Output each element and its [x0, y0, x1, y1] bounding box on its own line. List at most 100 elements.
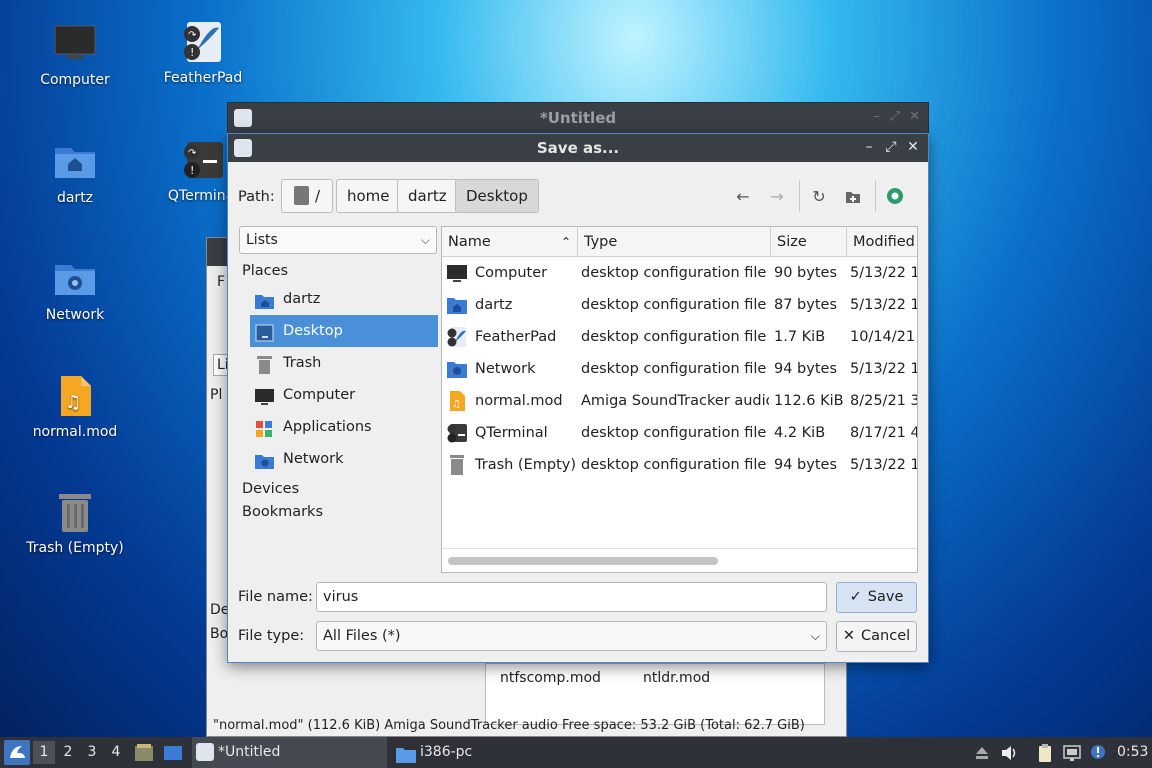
save-as-dialog: Save as... – ⤢ ✕ Path: / home dartz Desk… — [227, 133, 929, 663]
place-item-dartz[interactable]: dartz — [239, 283, 439, 315]
minimize-icon[interactable]: – — [860, 138, 878, 156]
horizontal-scrollbar-track[interactable] — [442, 548, 917, 572]
volume-icon[interactable] — [1000, 744, 1018, 762]
dialog-titlebar: Save as... – ⤢ ✕ — [228, 134, 928, 162]
task-i386-pc[interactable]: i386-pc — [392, 737, 587, 768]
desktop-icon-trash[interactable]: Trash (Empty) — [15, 490, 135, 556]
file-name: dartz — [475, 297, 513, 313]
chevron-down-icon: ⌵ — [420, 233, 430, 247]
column-header-modified[interactable]: Modified — [847, 227, 917, 257]
desktop-icon-label: dartz — [56, 190, 94, 206]
settings-flower-icon[interactable] — [883, 185, 907, 209]
file-type: desktop configuration file — [581, 297, 767, 313]
workspace-3[interactable]: 3 — [81, 741, 103, 764]
desktop-icon-network[interactable]: Network — [15, 257, 135, 323]
task-label: *Untitled — [218, 744, 281, 760]
crumb-desktop[interactable]: Desktop — [455, 179, 539, 213]
file-size: 94 bytes — [774, 361, 838, 377]
file-size: 112.6 KiB — [774, 393, 844, 409]
desktop-icon-normal-mod[interactable]: ♫ normal.mod — [15, 374, 135, 440]
save-button[interactable]: ✓ Save — [836, 582, 917, 613]
column-header-name[interactable]: Name ⌃ — [442, 227, 578, 257]
file-modified: 10/14/21 8 — [850, 329, 917, 345]
svg-text:!: ! — [190, 164, 194, 177]
table-row[interactable]: ♫ normal.mod Amiga SoundTracker audio 11… — [442, 385, 917, 417]
file-type-label: File type: — [238, 628, 305, 644]
place-item-computer[interactable]: Computer — [239, 379, 439, 411]
path-label: Path: — [238, 189, 275, 205]
place-item-trash[interactable]: Trash — [239, 347, 439, 379]
file-modified: 5/13/22 12 — [850, 297, 917, 313]
maximize-icon[interactable]: ⤢ — [882, 138, 900, 156]
crumb-home[interactable]: home — [336, 179, 401, 213]
toolbar-separator — [799, 180, 800, 212]
place-item-desktop[interactable]: Desktop — [250, 315, 438, 347]
place-label: dartz — [283, 291, 321, 307]
maximize-icon[interactable]: ⤢ — [890, 109, 900, 124]
table-row[interactable]: dartz desktop configuration file 87 byte… — [442, 289, 917, 321]
table-row[interactable]: FeatherPad desktop configuration file 1.… — [442, 321, 917, 353]
workspace-4[interactable]: 4 — [105, 741, 127, 764]
cancel-button[interactable]: ✕ Cancel — [836, 621, 917, 652]
reload-icon[interactable]: ↻ — [807, 185, 831, 209]
table-row[interactable]: Network desktop configuration file 94 by… — [442, 353, 917, 385]
checkmark-icon: ✓ — [849, 589, 862, 605]
forward-arrow-icon[interactable]: → — [765, 185, 789, 209]
places-header: Places — [242, 263, 289, 279]
clock[interactable]: 0:53 — [1117, 737, 1148, 768]
eject-icon[interactable] — [973, 744, 991, 762]
desktop-icon-dartz[interactable]: dartz — [15, 140, 135, 206]
close-icon[interactable]: ✕ — [909, 109, 920, 124]
chevron-down-icon: ⌵ — [810, 629, 820, 643]
start-menu-icon[interactable] — [4, 740, 30, 765]
file-modified: 5/13/22 12 — [850, 457, 917, 473]
file-name: Trash (Empty) — [475, 457, 575, 473]
network-folder-icon — [447, 359, 467, 379]
horizontal-scrollbar-thumb[interactable] — [448, 557, 718, 565]
place-item-applications[interactable]: Applications — [239, 411, 439, 443]
crumb-root[interactable]: / — [281, 179, 333, 213]
column-header-size[interactable]: Size — [771, 227, 847, 257]
new-folder-icon[interactable] — [841, 185, 865, 209]
table-row[interactable]: Trash (Empty) desktop configuration file… — [442, 449, 917, 481]
workspace-2[interactable]: 2 — [57, 741, 79, 764]
place-label: Applications — [283, 419, 372, 435]
table-row[interactable]: QTerminal desktop configuration file 4.2… — [442, 417, 917, 449]
place-label: Network — [283, 451, 344, 467]
desktop-icon-featherpad[interactable]: ↷! FeatherPad — [143, 20, 263, 86]
list-item[interactable]: ntfscomp.mod — [500, 670, 601, 686]
close-icon[interactable]: ✕ — [904, 138, 922, 156]
menu-fragment: F — [217, 274, 226, 290]
devices-header[interactable]: Devices — [239, 478, 439, 501]
file-manager-launcher-icon[interactable] — [134, 743, 154, 763]
table-row[interactable]: Computer desktop configuration file 90 b… — [442, 257, 917, 289]
svg-text:↷: ↷ — [188, 30, 197, 41]
applications-icon — [255, 418, 274, 437]
network-status-icon[interactable] — [1063, 744, 1081, 762]
featherpad-icon: ↷! — [181, 20, 225, 64]
file-type-select[interactable]: All Files (*) ⌵ — [316, 621, 827, 651]
workspace-1[interactable]: 1 — [33, 741, 55, 764]
monitor-icon — [53, 22, 97, 66]
file-size: 1.7 KiB — [774, 329, 826, 345]
list-item[interactable]: ntldr.mod — [643, 670, 710, 686]
task-untitled[interactable]: *Untitled — [192, 737, 387, 768]
view-mode-value: Lists — [246, 232, 278, 248]
crumb-dartz[interactable]: dartz — [397, 179, 458, 213]
view-mode-select[interactable]: Lists ⌵ — [239, 226, 437, 254]
column-header-type[interactable]: Type — [578, 227, 771, 257]
terminal-icon — [447, 423, 467, 443]
taskbar: 1 2 3 4 *Untitled i386-pc 0:53 — [0, 737, 1152, 768]
back-arrow-icon[interactable]: ← — [731, 185, 755, 209]
window-title: *Untitled — [539, 109, 617, 127]
minimize-icon[interactable]: – — [874, 109, 881, 124]
place-item-network[interactable]: Network — [239, 443, 439, 475]
desktop-icon-computer[interactable]: Computer — [15, 22, 135, 88]
clipboard-icon[interactable] — [1036, 744, 1054, 762]
place-label: Computer — [283, 387, 356, 403]
notification-icon[interactable] — [1090, 744, 1108, 762]
file-name-input[interactable]: virus — [316, 582, 827, 612]
show-desktop-icon[interactable] — [163, 743, 183, 763]
bookmarks-header[interactable]: Bookmarks — [239, 501, 439, 524]
folder-icon — [396, 744, 416, 768]
